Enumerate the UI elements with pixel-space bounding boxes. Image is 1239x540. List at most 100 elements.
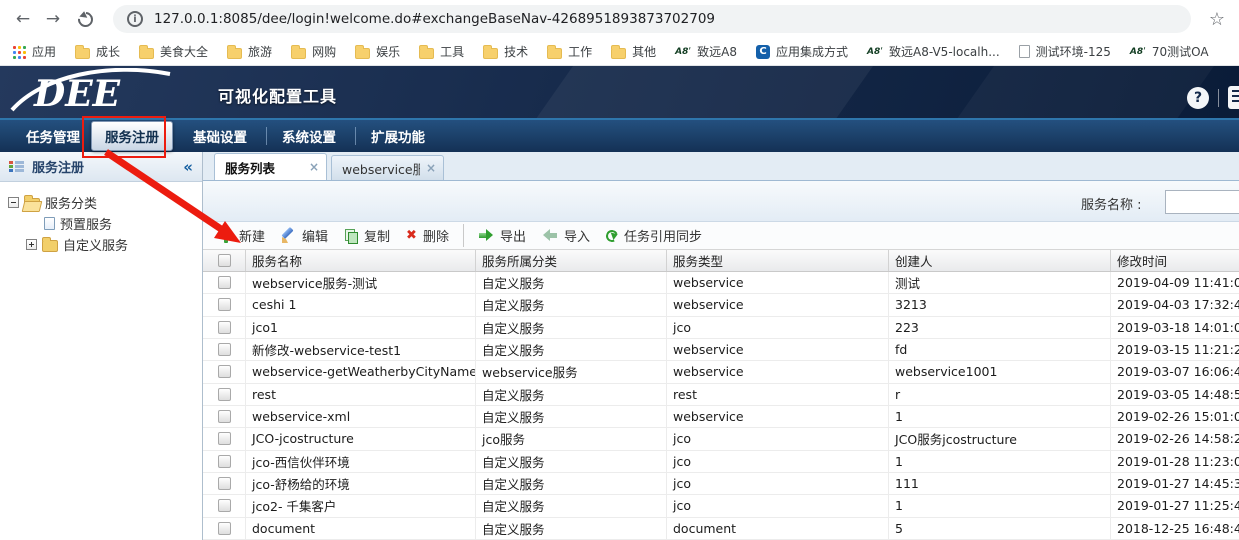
bookmark-item[interactable]: 致远A8 [675,43,737,60]
task-list-icon[interactable] [1228,86,1239,109]
column-header-type[interactable]: 服务类型 [667,250,889,271]
table-row[interactable]: jco-舒杨给的环境 自定义服务 jco 111 2019-01-27 14:4… [203,473,1239,495]
back-icon[interactable] [10,9,36,29]
bookmark-icon [756,45,770,59]
table-row[interactable]: jco-西信伙伴环境 自定义服务 jco 1 2019-01-28 11:23:… [203,451,1239,473]
cell-category: 自定义服务 [476,339,667,360]
table-row[interactable]: 新修改-webservice-test1 自定义服务 webservice fd… [203,339,1239,361]
cell-creator: 3213 [889,294,1111,315]
table-row[interactable]: jco2- 千集客户 自定义服务 jco 1 2019-01-27 11:25:… [203,495,1239,517]
bookmark-label: 技术 [504,43,528,60]
row-select-cell [203,495,246,516]
filter-bar: 服务名称 : [203,181,1239,222]
url-text[interactable]: 127.0.0.1:8085/dee/login!welcome.do#exch… [154,11,715,27]
bookmark-item[interactable]: 工具 [419,43,464,60]
expand-node-icon[interactable] [26,239,37,250]
bookmark-item[interactable]: 旅游 [227,43,272,60]
table-row[interactable]: JCO-jcostructure jco服务 jco JCO服务jcostruc… [203,428,1239,450]
bookmark-item[interactable]: 其他 [611,43,656,60]
bookmark-item[interactable]: 70测试OA [1130,43,1209,60]
cell-service-name: jco1 [246,317,476,338]
nav-item[interactable]: 系统设置 [266,126,345,146]
tree-node-label[interactable]: 服务分类 [45,193,97,212]
toolbar-button[interactable]: 编辑 [273,224,336,247]
toolbar-button[interactable]: 导入 [534,224,598,247]
row-checkbox[interactable] [218,365,231,378]
row-checkbox[interactable] [218,432,231,445]
bookmark-item[interactable]: 美食大全 [139,43,208,60]
table-row[interactable]: webservice-getWeatherbyCityName webservi… [203,361,1239,383]
column-header-modified[interactable]: 修改时间 [1111,250,1239,271]
tree-node-preset-service[interactable]: 预置服务 [6,213,196,234]
table-row[interactable]: webservice-xml 自定义服务 webservice 1 2019-0… [203,406,1239,428]
cell-modified: 2019-01-27 14:45:35 [1111,473,1239,494]
sidebar-title: 服务注册 [32,157,175,176]
row-checkbox[interactable] [218,321,231,334]
cell-modified: 2019-04-09 11:41:00 [1111,272,1239,293]
toolbar-button[interactable]: 导出 [463,224,534,247]
tree-node-service-category[interactable]: 服务分类 [6,192,196,213]
collapse-sidebar-icon[interactable]: « [183,158,193,176]
column-header-service-name[interactable]: 服务名称 [246,250,476,271]
tab[interactable]: 服务列表 [214,153,327,180]
tab[interactable]: webservice服务- [331,155,444,180]
bookmark-item[interactable]: 应用集成方式 [756,43,848,60]
service-name-input[interactable] [1165,190,1239,214]
collapse-node-icon[interactable] [8,197,19,208]
row-checkbox[interactable] [218,276,231,289]
row-checkbox[interactable] [218,410,231,423]
bookmark-icon [139,48,154,59]
bookmark-item[interactable]: 测试环境-125 [1019,43,1111,60]
select-all-checkbox[interactable] [218,254,231,267]
tree-node-label[interactable]: 自定义服务 [63,235,128,254]
cell-service-name: jco2- 千集客户 [246,495,476,516]
toolbar-button-label: 复制 [364,226,390,245]
toolbar-button[interactable]: 新建 [211,224,273,247]
bookmark-item[interactable]: 网购 [291,43,336,60]
bookmark-item[interactable]: 应用 [12,43,56,60]
row-checkbox[interactable] [218,388,231,401]
table-row[interactable]: document 自定义服务 document 5 2018-12-25 16:… [203,518,1239,540]
table-row[interactable]: ceshi 1 自定义服务 webservice 3213 2019-04-03… [203,294,1239,316]
site-info-icon[interactable] [127,11,143,27]
address-bar[interactable]: 127.0.0.1:8085/dee/login!welcome.do#exch… [113,5,1191,33]
nav-item[interactable]: 任务管理 [17,126,89,146]
help-icon[interactable] [1187,87,1209,109]
table-row[interactable]: webservice服务-测试 自定义服务 webservice 测试 2019… [203,272,1239,294]
row-checkbox[interactable] [218,522,231,535]
row-checkbox[interactable] [218,499,231,512]
toolbar-button-label: 新建 [239,226,265,245]
nav-item[interactable]: 扩展功能 [355,126,434,146]
reload-icon[interactable] [75,8,96,29]
tree-node-custom-service[interactable]: 自定义服务 [6,234,196,255]
cell-type: webservice [667,339,889,360]
tab-close-icon[interactable] [309,160,319,174]
bookmark-item[interactable]: 工作 [547,43,592,60]
bookmark-item[interactable]: 娱乐 [355,43,400,60]
row-select-cell [203,473,246,494]
nav-item[interactable]: 服务注册 [91,121,173,151]
toolbar-button-icon [542,229,558,242]
row-checkbox[interactable] [218,477,231,490]
tab-close-icon[interactable] [426,161,436,175]
column-header-creator[interactable]: 创建人 [889,250,1111,271]
forward-icon[interactable] [40,9,66,29]
bookmark-item[interactable]: 成长 [75,43,120,60]
toolbar-button[interactable]: 复制 [336,224,398,247]
cell-creator: r [889,384,1111,405]
bookmark-label: 网购 [312,43,336,60]
table-row[interactable]: jco1 自定义服务 jco 223 2019-03-18 14:01:01 [203,317,1239,339]
column-header-category[interactable]: 服务所属分类 [476,250,667,271]
row-checkbox[interactable] [218,455,231,468]
tree-node-label[interactable]: 预置服务 [60,214,112,233]
row-checkbox[interactable] [218,298,231,311]
table-row[interactable]: rest 自定义服务 rest r 2019-03-05 14:48:50 [203,384,1239,406]
grid-toolbar: 新建 编辑 复制 删除 导出 [203,222,1239,250]
nav-item[interactable]: 基础设置 [184,126,256,146]
bookmark-item[interactable]: 致远A8-V5-localh... [867,43,1000,60]
bookmark-star-icon[interactable] [1209,9,1225,30]
row-checkbox[interactable] [218,343,231,356]
toolbar-button[interactable]: 删除 [398,224,457,247]
toolbar-button[interactable]: 任务引用同步 [598,224,710,247]
bookmark-item[interactable]: 技术 [483,43,528,60]
